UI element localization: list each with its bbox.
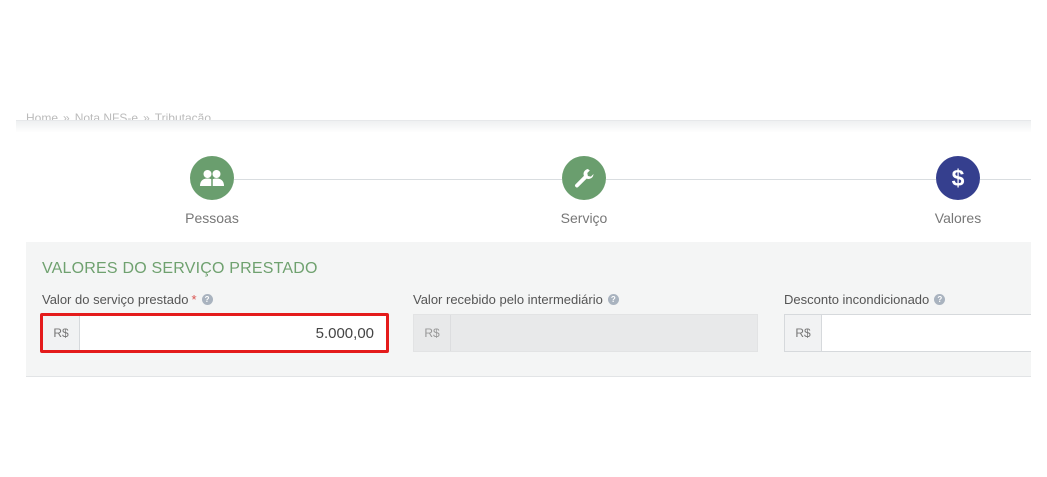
desconto-input[interactable]: R$ bbox=[784, 314, 1031, 352]
people-icon bbox=[190, 156, 234, 200]
valor-servico-label: Valor do serviço prestado * ? bbox=[42, 292, 213, 307]
step-connector-2 bbox=[606, 179, 936, 180]
help-icon[interactable]: ? bbox=[934, 294, 946, 305]
valor-intermediario-label: Valor recebido pelo intermediário ? bbox=[413, 292, 619, 307]
currency-prefix: R$ bbox=[785, 315, 822, 351]
step-connector-1 bbox=[234, 179, 562, 180]
wrench-icon bbox=[562, 156, 606, 200]
dollar-icon: $ bbox=[936, 156, 980, 200]
step-label-pessoas: Pessoas bbox=[185, 210, 239, 226]
currency-prefix: R$ bbox=[43, 315, 80, 351]
step-valores[interactable]: $ Valores bbox=[898, 156, 1018, 226]
valor-servico-value[interactable]: 5.000,00 bbox=[80, 315, 386, 351]
currency-prefix: R$ bbox=[414, 315, 451, 351]
help-icon[interactable]: ? bbox=[201, 294, 213, 305]
desconto-value[interactable] bbox=[822, 315, 1031, 351]
valor-intermediario-input: R$ bbox=[413, 314, 758, 352]
valor-servico-input[interactable]: R$ 5.000,00 bbox=[42, 314, 387, 352]
step-label-servico: Serviço bbox=[560, 210, 608, 226]
svg-text:$: $ bbox=[952, 165, 965, 191]
desconto-label: Desconto incondicionado ? bbox=[784, 292, 946, 307]
values-panel: VALORES DO SERVIÇO PRESTADO Valor do ser… bbox=[26, 242, 1031, 377]
wizard-steps: Pessoas Serviço $ Valores bbox=[16, 132, 1031, 242]
help-icon[interactable]: ? bbox=[607, 294, 619, 305]
step-servico[interactable]: Serviço bbox=[524, 156, 644, 226]
valor-intermediario-value bbox=[451, 315, 757, 351]
section-title: VALORES DO SERVIÇO PRESTADO bbox=[42, 260, 318, 277]
required-marker: * bbox=[191, 292, 197, 307]
step-label-valores: Valores bbox=[934, 210, 982, 226]
step-pessoas[interactable]: Pessoas bbox=[152, 156, 272, 226]
